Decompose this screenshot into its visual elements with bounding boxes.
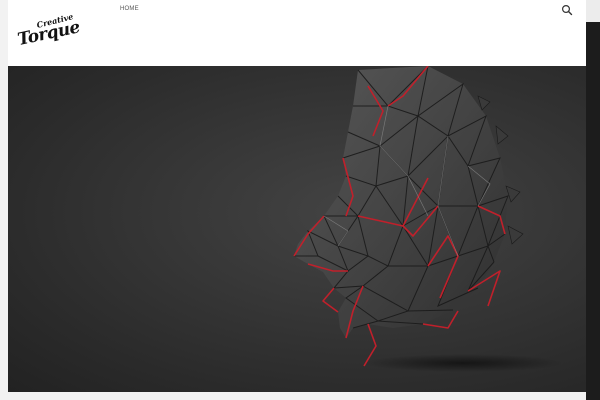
- page-frame: HOME Creative Torque: [8, 0, 586, 392]
- top-bar: HOME: [8, 0, 586, 20]
- site-logo[interactable]: Creative Torque: [16, 11, 82, 56]
- right-rail-top: [586, 0, 600, 22]
- wireframe-face-illustration: [293, 66, 563, 372]
- hero-image: [8, 66, 586, 392]
- right-scroll-rail: [586, 0, 600, 400]
- nav-home-link[interactable]: HOME: [120, 6, 139, 12]
- site-header: HOME Creative Torque: [8, 0, 586, 66]
- search-icon[interactable]: [561, 3, 573, 16]
